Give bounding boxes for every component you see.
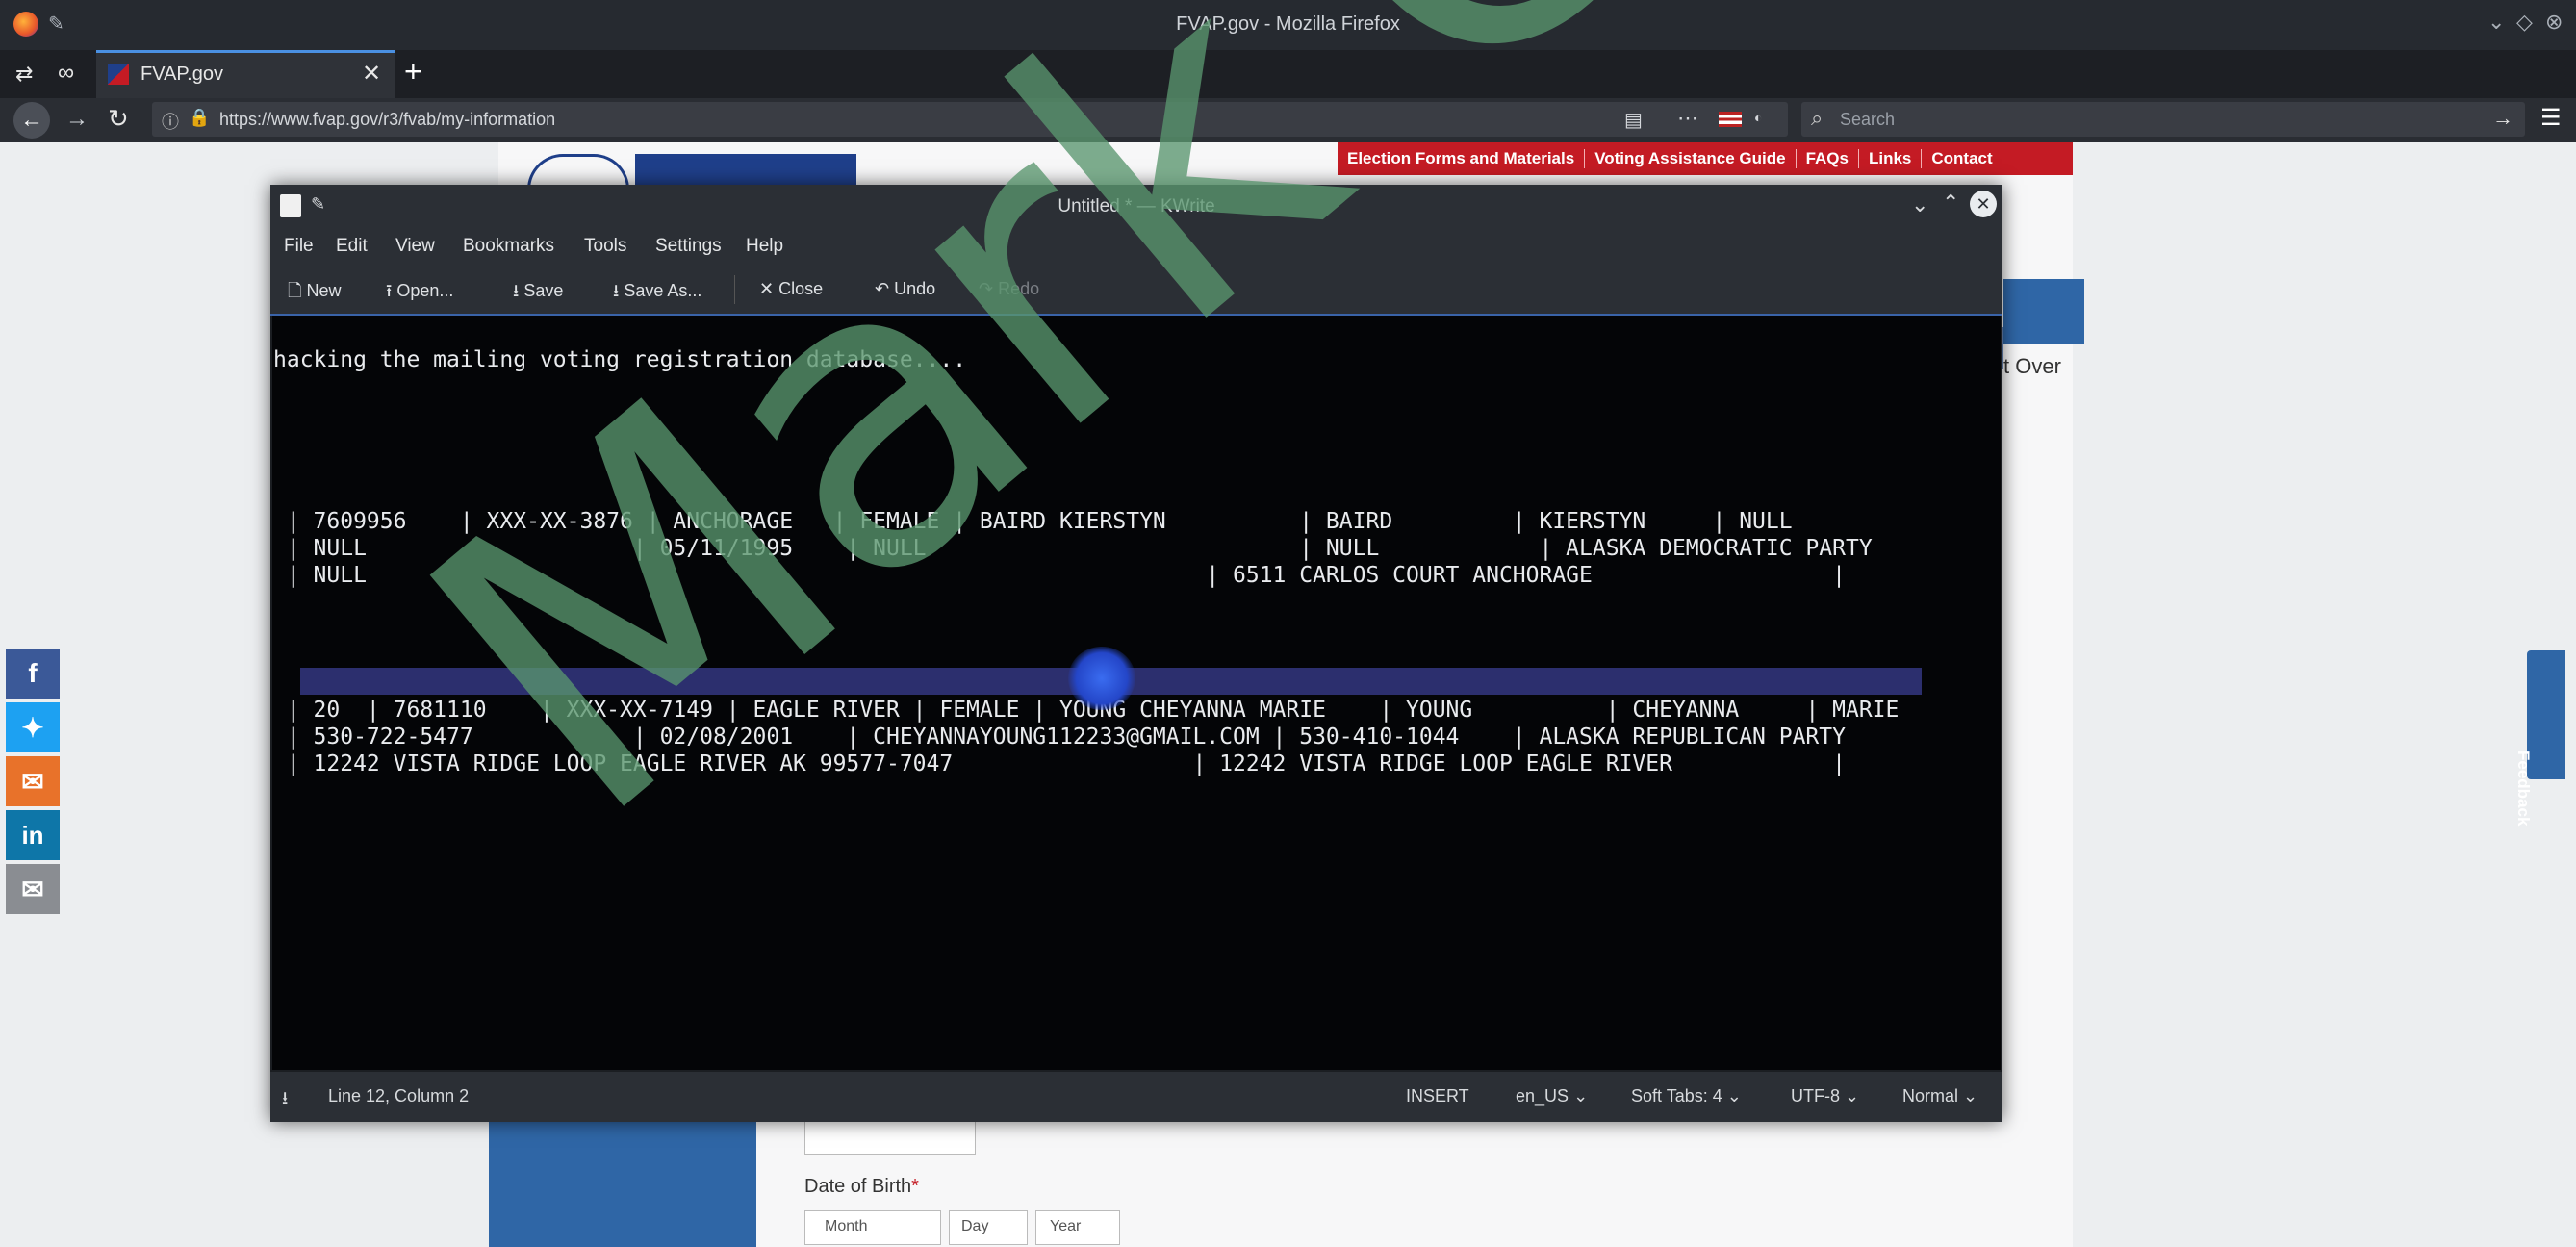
chevron-down-icon: ⌄	[1845, 1086, 1860, 1106]
blue-panel	[2003, 279, 2084, 344]
twitter-share-icon[interactable]: ✦	[6, 702, 60, 752]
syntax-select[interactable]: Normal ⌄	[1902, 1086, 1977, 1107]
dob-label: Date of Birth*	[804, 1176, 919, 1197]
linkedin-share-icon[interactable]: in	[6, 810, 60, 860]
start-over-link[interactable]: t Over	[2003, 354, 2061, 379]
maximize-icon[interactable]: ◇	[2516, 10, 2533, 35]
new-tab-button[interactable]: +	[404, 54, 422, 89]
fvap-favicon-icon	[108, 64, 129, 85]
open-icon: ⭱	[386, 281, 397, 300]
site-nav-item[interactable]: FAQs	[1797, 149, 1859, 168]
editor-line: | 12242 VISTA RIDGE LOOP EAGLE RIVER AK …	[273, 751, 1846, 776]
reload-icon[interactable]: ↻	[108, 104, 129, 134]
menu-bookmarks[interactable]: Bookmarks	[463, 236, 554, 257]
save-as-icon: ⭳	[613, 281, 625, 300]
dob-month-select[interactable]: Month	[804, 1210, 941, 1245]
search-placeholder: Search	[1840, 110, 1896, 129]
chevron-down-icon: ⌄	[1726, 1086, 1742, 1106]
forward-icon[interactable]: →	[65, 106, 89, 133]
indent-select[interactable]: Soft Tabs: 4 ⌄	[1631, 1086, 1742, 1107]
page-actions-icon[interactable]: ⋯	[1677, 106, 1698, 131]
kwrite-statusbar: ⭳ Line 12, Column 2 INSERT en_US ⌄ Soft …	[270, 1072, 2002, 1122]
open-button[interactable]: ⭱ Open...	[386, 279, 453, 308]
cursor-position[interactable]: Line 12, Column 2	[328, 1086, 469, 1107]
chevron-down-icon: ⌄	[1963, 1086, 1978, 1106]
active-tab-indicator	[96, 50, 395, 53]
extension-icon[interactable]: ◐	[1754, 110, 1762, 125]
url-text: https://www.fvap.gov/r3/fvab/my-informat…	[219, 110, 556, 129]
dob-day-select[interactable]: Day	[949, 1210, 1028, 1245]
tab-fvap[interactable]: FVAP.gov ✕	[96, 50, 395, 98]
facebook-share-icon[interactable]: f	[6, 649, 60, 699]
menu-view[interactable]: View	[395, 236, 435, 257]
kwrite-minimize-icon[interactable]: ⌄	[1911, 192, 1928, 217]
kwrite-maximize-icon[interactable]: ⌃	[1942, 191, 1959, 216]
menu-file[interactable]: File	[284, 236, 314, 257]
mouse-cursor-highlight	[1068, 647, 1135, 710]
comment-share-icon[interactable]: ✉	[6, 756, 60, 806]
input-mode[interactable]: INSERT	[1406, 1086, 1469, 1107]
flag-icon[interactable]	[1719, 112, 1742, 127]
menu-edit[interactable]: Edit	[336, 236, 368, 257]
sidebar-block	[489, 1116, 756, 1247]
menu-tools[interactable]: Tools	[584, 236, 626, 257]
site-nav-item[interactable]: Links	[1859, 149, 1923, 168]
download-icon[interactable]: ⭳	[282, 1086, 288, 1115]
chevron-down-icon: ⌄	[1573, 1086, 1589, 1106]
email-share-icon[interactable]: ✉	[6, 864, 60, 914]
encoding-select[interactable]: UTF-8 ⌄	[1791, 1086, 1859, 1107]
close-tab-icon[interactable]: ✕	[362, 60, 381, 88]
hamburger-menu-icon[interactable]: ☰	[2540, 104, 2562, 132]
sync-tabs-icon[interactable]: ⇄	[15, 62, 33, 87]
reader-mode-icon[interactable]: ▤	[1624, 108, 1643, 132]
search-go-icon[interactable]: →	[2492, 106, 2513, 131]
search-icon: ⌕	[1811, 106, 1824, 130]
private-mask-icon[interactable]: ∞	[58, 60, 74, 87]
lock-icon: 🔒	[189, 108, 211, 127]
close-window-icon[interactable]: ⊗	[2545, 10, 2563, 35]
new-button[interactable]: 🗋 New	[288, 279, 342, 308]
info-icon[interactable]: ⓘ	[162, 109, 179, 134]
feedback-tab[interactable]: Feedback	[2514, 650, 2565, 826]
feedback-label: Feedback	[2514, 751, 2533, 827]
save-button[interactable]: ⭳ Save	[513, 279, 563, 308]
tab-title: FVAP.gov	[140, 64, 223, 85]
site-nav-item[interactable]: Voting Assistance Guide	[1585, 149, 1797, 168]
form-select[interactable]	[804, 1120, 976, 1155]
search-bar[interactable]: ⌕ Search →	[1801, 102, 2525, 137]
save-icon: ⭳	[513, 281, 524, 300]
minimize-icon[interactable]: ⌄	[2487, 10, 2505, 35]
back-icon[interactable]: ←	[13, 102, 50, 139]
new-document-icon: 🗋	[288, 281, 307, 300]
site-nav-item[interactable]: Contact	[1922, 149, 2002, 168]
kwrite-close-icon[interactable]: ✕	[1970, 191, 1997, 217]
language-select[interactable]: en_US ⌄	[1516, 1086, 1588, 1107]
dob-year-select[interactable]: Year	[1035, 1210, 1120, 1245]
